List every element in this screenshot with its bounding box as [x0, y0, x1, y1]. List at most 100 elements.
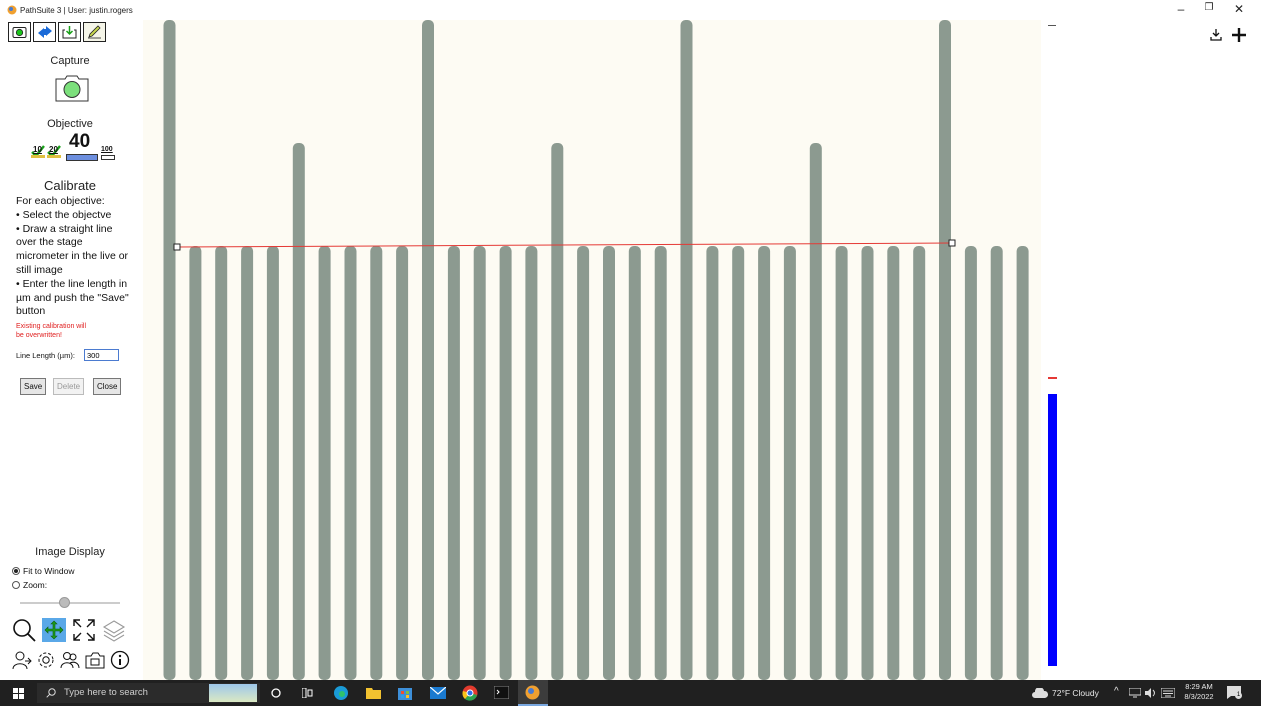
delete-button[interactable]: Delete	[53, 378, 85, 395]
minimize-button[interactable]: –	[1171, 2, 1191, 16]
maximize-button[interactable]: ❐	[1199, 2, 1219, 13]
download-image-icon[interactable]	[1209, 28, 1223, 42]
clock[interactable]: 8:29 AM 8/3/2022	[1182, 682, 1216, 701]
scale-tick	[422, 20, 434, 680]
scale-tick	[447, 246, 460, 680]
measurement-handle-start[interactable]	[173, 243, 181, 251]
scale-tick	[1016, 246, 1029, 680]
capture-title: Capture	[50, 55, 90, 67]
network-icon[interactable]	[1129, 688, 1141, 698]
pathsuite-taskbar-button[interactable]	[518, 680, 548, 706]
save-button[interactable]: Save	[20, 378, 47, 395]
zoom-slider-thumb[interactable]	[59, 597, 70, 608]
weather-text[interactable]: 72°F Cloudy	[1052, 688, 1099, 698]
scale-tick	[913, 246, 926, 680]
cloud-icon[interactable]	[1032, 688, 1048, 698]
scale-tick	[241, 246, 254, 680]
info-icon[interactable]	[110, 650, 130, 670]
zoom-option[interactable]: Zoom:	[12, 580, 47, 590]
scale-tick	[344, 246, 357, 680]
objective-10-button[interactable]: 10	[31, 144, 45, 158]
scale-tick	[758, 246, 771, 680]
taskbar: Type here to search 72°F Cloudy ^ 8:29 A…	[0, 680, 1261, 706]
search-highlight-image	[209, 684, 257, 702]
line-length-label: Line Length (µm):	[16, 351, 75, 360]
terminal-icon[interactable]	[494, 686, 509, 699]
scale-tick	[990, 246, 1003, 680]
fit-to-window-option[interactable]: Fit to Window	[12, 566, 75, 576]
keyboard-icon[interactable]	[1161, 688, 1175, 698]
left-sidebar: Capture Objective 10 20 40 100 Calibrate…	[0, 0, 140, 680]
calibration-ruler-bar	[1048, 394, 1057, 666]
scale-tick	[551, 143, 564, 680]
instruction-line: • Select the objectve	[16, 208, 112, 221]
user-login-icon[interactable]	[12, 650, 32, 670]
micrometer-scale	[163, 20, 1029, 680]
clock-date: 8/3/2022	[1184, 692, 1214, 701]
export-mode-button[interactable]	[58, 22, 81, 42]
transfer-mode-button[interactable]	[33, 22, 56, 42]
calibration-instructions: For each objective: • Select the objectv…	[16, 195, 134, 319]
camera-settings-icon[interactable]	[84, 650, 106, 670]
fullscreen-icon[interactable]	[72, 618, 96, 642]
search-placeholder: Type here to search	[64, 687, 148, 698]
magnify-icon[interactable]	[12, 618, 36, 642]
edge-icon[interactable]	[333, 685, 349, 701]
zoom-radio[interactable]	[12, 581, 20, 589]
scale-tick	[499, 246, 512, 680]
micrometer-image	[163, 20, 1029, 680]
objective-40-button[interactable]: 40	[66, 131, 98, 161]
close-window-button[interactable]: ✕	[1229, 2, 1249, 16]
line-length-input[interactable]	[84, 349, 119, 361]
fit-label: Fit to Window	[23, 566, 75, 576]
cortana-icon[interactable]	[271, 688, 281, 698]
file-explorer-icon[interactable]	[366, 686, 381, 699]
store-icon[interactable]	[398, 685, 412, 700]
volume-icon[interactable]	[1145, 688, 1157, 698]
scale-tick	[654, 246, 667, 680]
pathsuite-icon	[525, 685, 540, 700]
utility-tools	[12, 650, 130, 670]
title-bar: PathSuite 3 | User: justin.rogers – ❐ ✕	[0, 0, 1261, 20]
zoom-slider-track[interactable]	[20, 602, 120, 604]
scale-tick	[783, 246, 796, 680]
scale-tick	[189, 246, 202, 680]
add-icon[interactable]	[1231, 27, 1247, 43]
scale-tick	[163, 20, 176, 680]
collapse-indicator[interactable]	[1048, 25, 1056, 26]
scale-tick	[732, 246, 745, 680]
objective-40-label: 40	[69, 131, 91, 152]
image-viewer[interactable]	[143, 20, 1041, 680]
scale-tick	[370, 246, 383, 680]
ruler-marker	[1048, 377, 1057, 379]
annotate-mode-button[interactable]	[83, 22, 106, 42]
fit-radio[interactable]	[12, 567, 20, 575]
scale-tick	[964, 246, 977, 680]
chrome-icon[interactable]	[462, 685, 478, 701]
notification-button[interactable]: 1	[1227, 686, 1242, 700]
zoom-label: Zoom:	[23, 580, 48, 590]
windows-start-icon[interactable]	[13, 688, 24, 699]
instruction-line: • Enter the line length in µm and push t…	[16, 277, 129, 318]
download-icon	[62, 26, 77, 39]
pan-icon[interactable]	[42, 618, 66, 642]
tray-chevron-icon[interactable]: ^	[1114, 686, 1119, 697]
arrows-icon	[37, 26, 52, 38]
capture-mode-button[interactable]	[8, 22, 31, 42]
measurement-handle-end[interactable]	[948, 239, 956, 247]
objective-20-button[interactable]: 20	[47, 144, 61, 158]
instruction-line: • Draw a straight line over the stage mi…	[16, 222, 129, 276]
scale-tick	[628, 246, 641, 680]
scale-tick	[215, 246, 228, 680]
gear-icon[interactable]	[36, 650, 56, 670]
taskbar-search[interactable]: Type here to search	[37, 683, 260, 703]
layers-icon[interactable]	[102, 618, 126, 642]
scale-tick	[835, 246, 848, 680]
close-button[interactable]: Close	[93, 378, 122, 395]
objective-100-button[interactable]: 100	[101, 146, 115, 160]
scale-tick	[396, 246, 409, 680]
task-view-icon[interactable]	[302, 688, 313, 698]
mail-icon[interactable]	[430, 687, 446, 699]
camera-capture-icon[interactable]	[54, 73, 90, 103]
users-icon[interactable]	[60, 650, 80, 670]
